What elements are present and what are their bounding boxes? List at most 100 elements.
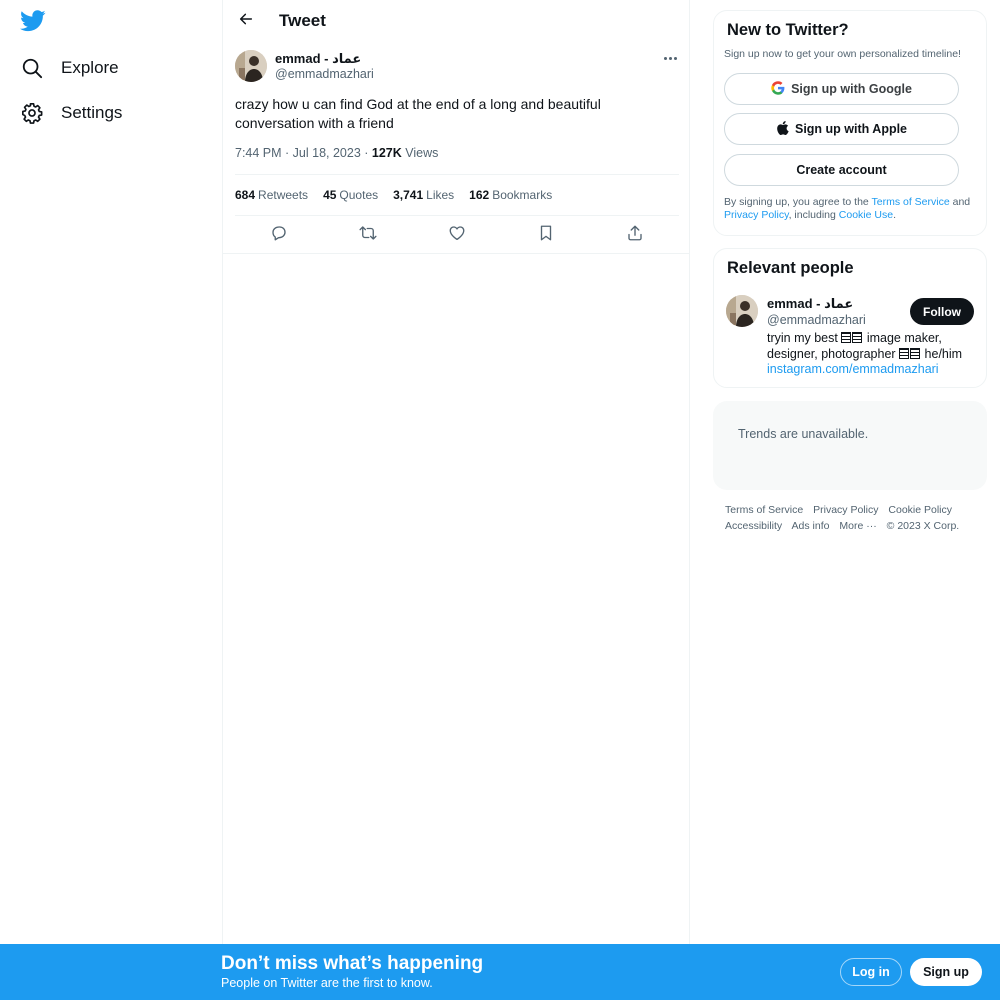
nav-item-settings[interactable]: Settings <box>20 91 134 135</box>
login-button[interactable]: Log in <box>840 958 902 986</box>
retweet-icon <box>359 224 377 247</box>
emoji-placeholder-icon <box>852 332 863 343</box>
emoji-placeholder-icon <box>841 332 852 343</box>
stat-label: Retweets <box>258 188 309 202</box>
google-icon <box>771 80 785 98</box>
stat-count: 45 <box>323 188 337 202</box>
page-header: Tweet <box>223 0 689 42</box>
signup-button[interactable]: Sign up <box>910 958 982 986</box>
dot <box>673 56 677 60</box>
bio-text: he/him <box>924 346 963 361</box>
trends-card: Trends are unavailable. <box>713 401 987 490</box>
tweet-actions <box>235 224 679 246</box>
divider <box>235 174 679 175</box>
legal-text: . <box>893 209 896 221</box>
button-label: Sign up with Apple <box>794 122 908 136</box>
legal-text: , including <box>788 209 839 221</box>
stat-count: 684 <box>235 188 256 202</box>
create-account-button[interactable]: Create account <box>724 154 959 186</box>
arrow-left-icon <box>238 11 254 32</box>
signup-title: New to Twitter? <box>727 21 849 39</box>
button-label: Sign up with Google <box>791 82 912 96</box>
legal-text: and <box>949 196 971 208</box>
more-options-button[interactable] <box>659 50 681 66</box>
apple-icon <box>776 120 789 138</box>
nav-item-explore[interactable]: Explore <box>20 46 131 90</box>
button-label: Create account <box>796 163 887 177</box>
reply-icon <box>270 224 288 247</box>
section-title: Relevant people <box>727 259 854 277</box>
views-label: Views <box>405 146 439 160</box>
left-navigation: Explore Settings <box>0 0 222 1000</box>
like-button[interactable] <box>445 224 469 246</box>
tweet-date[interactable]: Jul 18, 2023 <box>293 146 361 160</box>
signup-banner: Don’t miss what’s happening People on Tw… <box>0 944 1000 1000</box>
avatar[interactable] <box>726 295 758 327</box>
stat-label: Bookmarks <box>492 188 553 202</box>
emoji-placeholder-icon <box>899 347 910 359</box>
person-name[interactable]: emmad - عماد <box>767 296 853 312</box>
gear-icon <box>20 101 44 125</box>
bookmark-icon <box>537 224 555 247</box>
stat-label: Quotes <box>339 188 379 202</box>
dot <box>668 56 672 60</box>
signup-google-button[interactable]: Sign up with Google <box>724 73 959 105</box>
relevant-people-card: Relevant people emmad - عماد @emmadmazha… <box>713 248 987 388</box>
footer-link-accessibility[interactable]: Accessibility <box>725 520 782 532</box>
bio-text: tryin my best <box>767 331 838 345</box>
likes-stat[interactable]: 3,741 Likes <box>393 188 454 202</box>
back-button[interactable] <box>233 8 259 34</box>
signup-card: New to Twitter? Sign up now to get your … <box>713 10 987 236</box>
nav-item-label: Explore <box>61 58 119 77</box>
bio-link[interactable]: instagram.com/emmadmazhari <box>767 362 939 376</box>
person-handle[interactable]: @emmadmazhari <box>767 313 866 327</box>
divider <box>235 215 679 216</box>
privacy-link[interactable]: Privacy Policy <box>724 209 789 221</box>
bookmarks-stat[interactable]: 162 Bookmarks <box>469 188 552 202</box>
trends-message: Trends are unavailable. <box>738 427 869 441</box>
heart-icon <box>448 224 466 247</box>
stat-label: Likes <box>426 188 455 202</box>
signup-subtitle: Sign up now to get your own personalized… <box>724 48 961 60</box>
reply-button[interactable] <box>267 224 291 246</box>
bookmark-button[interactable] <box>534 224 558 246</box>
divider <box>223 253 689 254</box>
stat-count: 162 <box>469 188 490 202</box>
signup-apple-button[interactable]: Sign up with Apple <box>724 113 959 145</box>
author-name[interactable]: emmad - عماد <box>275 51 361 67</box>
share-button[interactable] <box>623 224 647 246</box>
footer-link-terms[interactable]: Terms of Service <box>725 504 803 516</box>
cookie-use-link[interactable]: Cookie Use <box>839 209 893 221</box>
twitter-bird-icon[interactable] <box>20 10 46 32</box>
retweet-button[interactable] <box>356 224 380 246</box>
dot <box>663 56 667 60</box>
views-count: 127K <box>371 146 402 160</box>
footer-link-cookie[interactable]: Cookie Policy <box>888 504 952 516</box>
legal-notice: By signing up, you agree to the Terms of… <box>724 196 980 222</box>
emoji-placeholder-icon <box>910 347 921 359</box>
footer-link-privacy[interactable]: Privacy Policy <box>813 504 878 516</box>
footer-link-more[interactable]: More ··· <box>839 520 876 532</box>
share-icon <box>626 224 644 247</box>
legal-text: By signing up, you agree to the <box>724 196 872 208</box>
tweet-time[interactable]: 7:44 PM <box>235 146 282 160</box>
author-handle[interactable]: @emmadmazhari <box>275 67 374 81</box>
nav-item-label: Settings <box>61 103 123 122</box>
tweet-stats: 684 Retweets 45 Quotes 3,741 Likes 162 Bookm… <box>235 188 552 202</box>
quotes-stat[interactable]: 45 Quotes <box>323 188 378 202</box>
retweets-stat[interactable]: 684 Retweets <box>235 188 308 202</box>
person-bio: tryin my best image maker, designer, pho… <box>767 331 977 378</box>
banner-title: Don’t miss what’s happening <box>221 953 484 974</box>
tweet-timestamp: 7:44 PM · Jul 18, 2023 · 127K Views <box>235 146 439 160</box>
footer-link-ads-info[interactable]: Ads info <box>792 520 830 532</box>
follow-button[interactable]: Follow <box>910 298 974 325</box>
avatar[interactable] <box>235 50 267 82</box>
main-column: Tweet emmad - عماد @emmadmazhari crazy h… <box>222 0 690 944</box>
stat-count: 3,741 <box>393 188 424 202</box>
footer-links: Terms of Service Privacy Policy Cookie P… <box>725 502 987 534</box>
banner-subtitle: People on Twitter are the first to know. <box>221 976 433 990</box>
copyright: © 2023 X Corp. <box>886 520 960 532</box>
page-title: Tweet <box>279 11 326 30</box>
terms-link[interactable]: Terms of Service <box>872 196 950 208</box>
tweet-text: crazy how u can find God at the end of a… <box>235 96 601 131</box>
